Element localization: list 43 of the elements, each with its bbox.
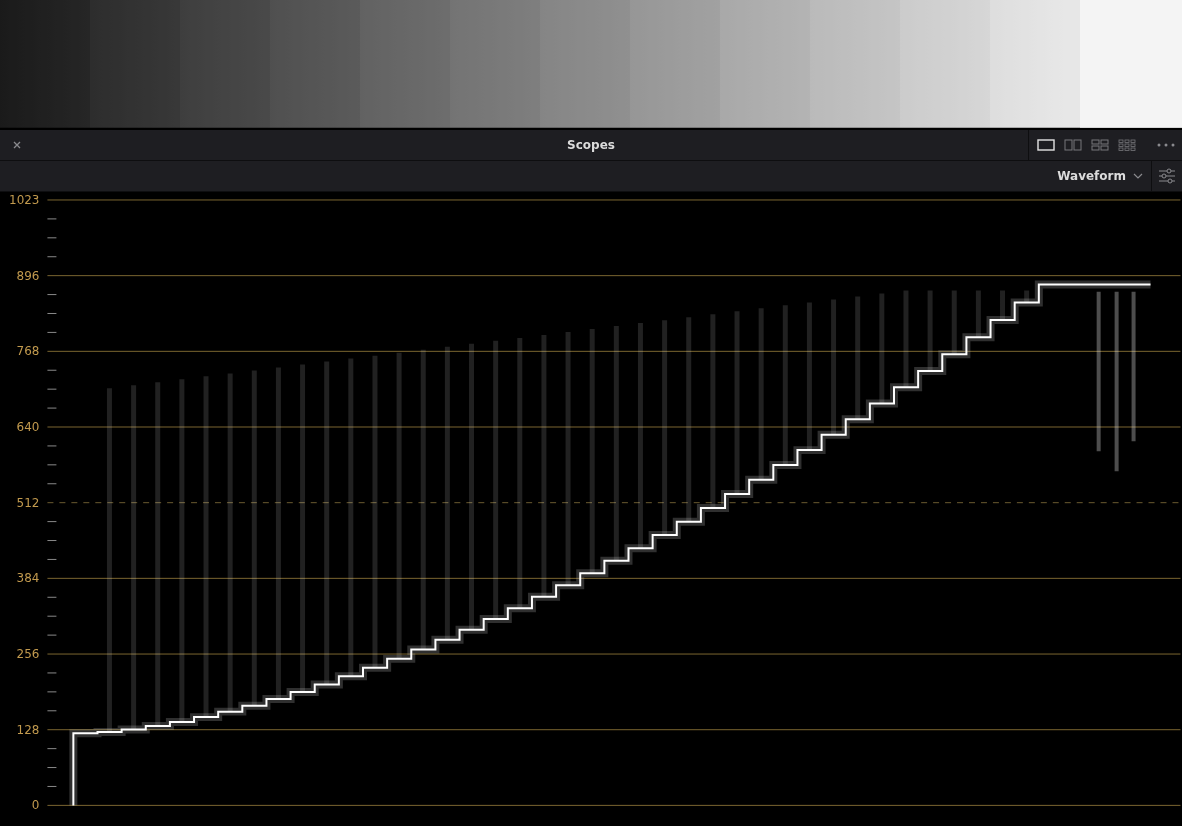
tick-mark <box>46 596 57 598</box>
tick-mark <box>46 766 57 768</box>
more-icon[interactable] <box>1156 141 1176 148</box>
scope-type-dropdown[interactable]: Waveform <box>1049 168 1151 183</box>
tick-mark <box>46 445 57 447</box>
single-layout-icon[interactable] <box>1037 138 1055 151</box>
tick-mark <box>46 255 57 257</box>
tick-mark <box>46 520 57 522</box>
quad-layout-icon[interactable] <box>1091 138 1109 151</box>
tick-mark <box>46 293 57 295</box>
tick-mark <box>46 331 57 333</box>
scale-label: 384 <box>16 571 40 585</box>
grid-layout-icon[interactable] <box>1118 138 1136 151</box>
scale-label: 256 <box>16 646 40 661</box>
tick-mark <box>46 691 57 693</box>
tick-mark <box>46 558 57 560</box>
scale-label: 768 <box>16 344 40 358</box>
tick-mark <box>46 747 57 749</box>
tick-mark <box>46 237 57 238</box>
scale-label: 0 <box>31 798 40 813</box>
dual-layout-icon[interactable] <box>1064 138 1082 151</box>
scale-label: 128 <box>16 722 40 737</box>
scale-label: 896 <box>16 268 40 283</box>
panel-title: Scopes <box>567 137 615 152</box>
tick-mark <box>46 539 57 541</box>
close-icon[interactable] <box>12 139 22 150</box>
tick-mark <box>46 615 57 617</box>
tick-mark <box>46 369 57 371</box>
tick-mark <box>46 464 57 465</box>
scale-label: 512 <box>16 495 40 510</box>
tick-mark <box>46 218 57 220</box>
tick-mark <box>46 407 57 409</box>
tick-mark <box>46 634 57 636</box>
scale-label: 640 <box>16 419 40 434</box>
tick-mark <box>46 388 57 390</box>
tick-mark <box>46 709 57 711</box>
chevron-down-icon <box>1133 172 1143 179</box>
tick-mark <box>46 785 57 787</box>
scale-label: 1023 <box>9 192 40 207</box>
tick-mark <box>46 672 57 674</box>
tick-mark <box>46 482 57 484</box>
tick-mark <box>46 312 57 314</box>
settings-icon[interactable] <box>1158 166 1176 185</box>
